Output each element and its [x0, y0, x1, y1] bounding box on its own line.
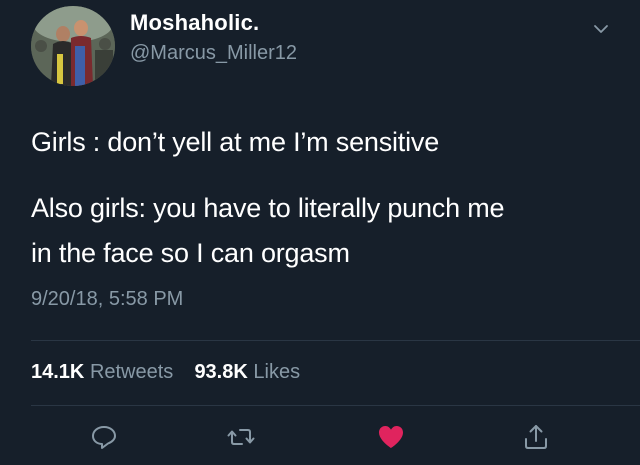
chevron-down-icon[interactable] [592, 20, 610, 38]
tweet-text-line: Also girls: you have to literally punch … [31, 193, 505, 223]
share-button[interactable] [521, 422, 551, 452]
reply-button[interactable] [89, 422, 119, 452]
like-button[interactable] [376, 422, 406, 452]
avatar-photo [31, 6, 115, 86]
divider [31, 340, 640, 341]
heart-icon [379, 426, 403, 448]
display-name[interactable]: Moshaholic. [130, 10, 259, 36]
avatar[interactable] [31, 6, 115, 86]
retweet-icon [227, 429, 255, 445]
tweet-card: Moshaholic. @Marcus_Miller12 Girls : don… [0, 0, 640, 465]
tweet-timestamp[interactable]: 9/20/18, 5:58 PM [31, 288, 183, 311]
divider [31, 405, 640, 406]
likes-count[interactable]: 93.8K [194, 361, 247, 383]
retweet-button[interactable] [226, 422, 256, 452]
reply-icon [92, 426, 116, 449]
retweets-label[interactable]: Retweets [90, 361, 173, 383]
likes-label[interactable]: Likes [253, 361, 300, 383]
user-handle[interactable]: @Marcus_Miller12 [130, 42, 297, 65]
retweets-count[interactable]: 14.1K [31, 361, 84, 383]
tweet-stats: 14.1K Retweets 93.8K Likes [31, 361, 300, 384]
share-icon [525, 425, 547, 449]
tweet-text-line: Girls : don’t yell at me I’m sensitive [31, 127, 440, 157]
tweet-text-line: in the face so I can orgasm [31, 238, 350, 268]
